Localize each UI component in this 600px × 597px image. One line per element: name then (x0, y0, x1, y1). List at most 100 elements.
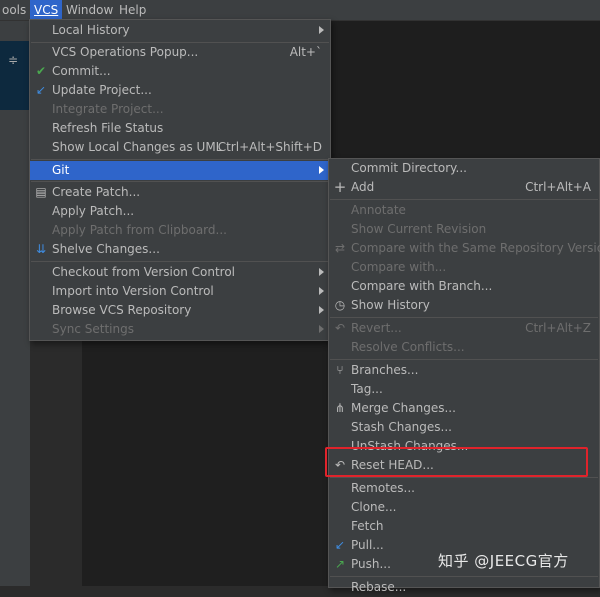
menu-item-label: Local History (52, 23, 130, 37)
menu-item-label: Update Project... (52, 83, 152, 97)
separator (330, 199, 598, 200)
menu-vcs[interactable]: VCS (30, 0, 63, 20)
separator (31, 261, 329, 262)
menu-item-label: Revert... (351, 321, 402, 335)
menu-item-vcs-operations-popup[interactable]: VCS Operations Popup... Alt+` (30, 43, 330, 62)
menu-item-tag[interactable]: Tag... (329, 380, 599, 399)
shortcut-label: Ctrl+Alt+Z (525, 321, 591, 335)
menu-item-add[interactable]: + Add Ctrl+Alt+A (329, 178, 599, 197)
submenu-arrow-icon (319, 26, 324, 34)
separator (330, 317, 598, 318)
menu-item-show-history[interactable]: ◷ Show History (329, 296, 599, 315)
menu-item-show-current-revision[interactable]: Show Current Revision (329, 220, 599, 239)
tool-window-pane (82, 340, 332, 586)
menu-item-apply-patch-clipboard[interactable]: Apply Patch from Clipboard... (30, 221, 330, 240)
menu-item-label: Show Current Revision (351, 222, 487, 236)
menu-item-shelve-changes[interactable]: ⇊ Shelve Changes... (30, 240, 330, 259)
menu-item-clone[interactable]: Clone... (329, 498, 599, 517)
shelve-icon: ⇊ (35, 242, 47, 256)
menu-item-label: Sync Settings (52, 322, 134, 336)
shortcut-label: Ctrl+Alt+Shift+D (217, 140, 322, 154)
menu-item-label: Create Patch... (52, 185, 141, 199)
submenu-arrow-icon (319, 287, 324, 295)
menu-item-label: Merge Changes... (351, 401, 456, 415)
menu-item-label: Show History (351, 298, 430, 312)
patch-icon: ▤ (35, 185, 47, 199)
submenu-arrow-icon (319, 306, 324, 314)
menu-item-label: Import into Version Control (52, 284, 214, 298)
update-arrow-icon: ↙ (35, 83, 47, 97)
menu-tools[interactable]: ools (0, 0, 30, 20)
menu-window[interactable]: Window (62, 0, 117, 20)
menu-item-label: Clone... (351, 500, 397, 514)
menu-item-browse-vcs-repository[interactable]: Browse VCS Repository (30, 301, 330, 320)
separator (330, 477, 598, 478)
menu-item-compare-with[interactable]: Compare with... (329, 258, 599, 277)
menu-item-checkout-vcs[interactable]: Checkout from Version Control (30, 263, 330, 282)
submenu-arrow-icon (319, 166, 324, 174)
project-selection (0, 41, 30, 110)
menu-item-label: Rebase... (351, 580, 407, 594)
menu-item-rebase[interactable]: Rebase... (329, 578, 599, 597)
plus-icon: + (333, 178, 347, 196)
menu-item-git[interactable]: Git (30, 161, 330, 180)
separator (31, 181, 329, 182)
menu-item-sync-settings[interactable]: Sync Settings (30, 320, 330, 339)
menu-item-label: Refresh File Status (52, 121, 164, 135)
project-tool-strip: ≑ (0, 21, 30, 586)
menu-item-refresh-file-status[interactable]: Refresh File Status (30, 119, 330, 138)
menu-item-commit-directory[interactable]: Commit Directory... (329, 159, 599, 178)
menu-item-label: Shelve Changes... (52, 242, 160, 256)
menu-item-compare-same-version[interactable]: ⇄ Compare with the Same Repository Versi… (329, 239, 600, 258)
checkmark-icon: ✔ (35, 64, 47, 78)
menu-item-import-vcs[interactable]: Import into Version Control (30, 282, 330, 301)
collapse-icon[interactable]: ≑ (8, 53, 22, 67)
clock-icon: ◷ (334, 298, 346, 312)
menu-item-label: Stash Changes... (351, 420, 452, 434)
menu-item-label: Pull... (351, 538, 384, 552)
menu-item-label: Compare with Branch... (351, 279, 493, 293)
submenu-arrow-icon (319, 325, 324, 333)
menu-item-commit[interactable]: ✔ Commit... (30, 62, 330, 81)
menu-item-create-patch[interactable]: ▤ Create Patch... (30, 183, 330, 202)
menu-item-label: Apply Patch... (52, 204, 135, 218)
watermark-text: 知乎 @JEECG官方 (438, 552, 569, 570)
menu-vcs-label: VCS (34, 3, 59, 17)
menu-item-label: Compare with the Same Repository Version (351, 241, 600, 255)
git-submenu: Commit Directory... + Add Ctrl+Alt+A Ann… (328, 158, 600, 594)
merge-icon: ⋔ (334, 401, 346, 415)
menu-item-fetch[interactable]: Fetch (329, 517, 599, 536)
menu-item-label: Fetch (351, 519, 384, 533)
vcs-menu: Local History VCS Operations Popup... Al… (29, 19, 331, 341)
menu-item-stash-changes[interactable]: Stash Changes... (329, 418, 599, 437)
menu-item-compare-with-branch[interactable]: Compare with Branch... (329, 277, 599, 296)
menu-item-show-local-changes-uml[interactable]: Show Local Changes as UML Ctrl+Alt+Shift… (30, 138, 330, 157)
separator (330, 359, 598, 360)
menu-item-label: Browse VCS Repository (52, 303, 192, 317)
menu-item-resolve-conflicts[interactable]: Resolve Conflicts... (329, 338, 599, 357)
compare-icon: ⇄ (334, 241, 346, 255)
shortcut-label: Alt+` (289, 45, 322, 59)
separator (31, 159, 329, 160)
menu-item-merge-changes[interactable]: ⋔ Merge Changes... (329, 399, 599, 418)
menu-item-remotes[interactable]: Remotes... (329, 479, 599, 498)
menu-item-revert[interactable]: ↶ Revert... Ctrl+Alt+Z (329, 319, 599, 338)
menu-item-local-history[interactable]: Local History (30, 21, 330, 40)
menu-item-update-project[interactable]: ↙ Update Project... (30, 81, 330, 100)
menu-item-label: Checkout from Version Control (52, 265, 236, 279)
menu-item-apply-patch[interactable]: Apply Patch... (30, 202, 330, 221)
menu-item-annotate[interactable]: Annotate (329, 201, 599, 220)
menu-item-branches[interactable]: ⑂ Branches... (329, 361, 599, 380)
menu-item-label: Show Local Changes as UML (52, 140, 223, 154)
menu-item-label: Resolve Conflicts... (351, 340, 465, 354)
menu-item-label: Integrate Project... (52, 102, 164, 116)
highlight-box (325, 447, 588, 477)
menu-help[interactable]: Help (115, 0, 150, 20)
menu-item-label: VCS Operations Popup... (52, 45, 199, 59)
menu-item-integrate-project[interactable]: Integrate Project... (30, 100, 330, 119)
menu-item-label: Annotate (351, 203, 406, 217)
editor-pane (330, 21, 600, 161)
menu-item-label: Tag... (351, 382, 383, 396)
pull-icon: ↙ (334, 538, 346, 552)
menubar: ools VCS Window Help (0, 0, 600, 21)
